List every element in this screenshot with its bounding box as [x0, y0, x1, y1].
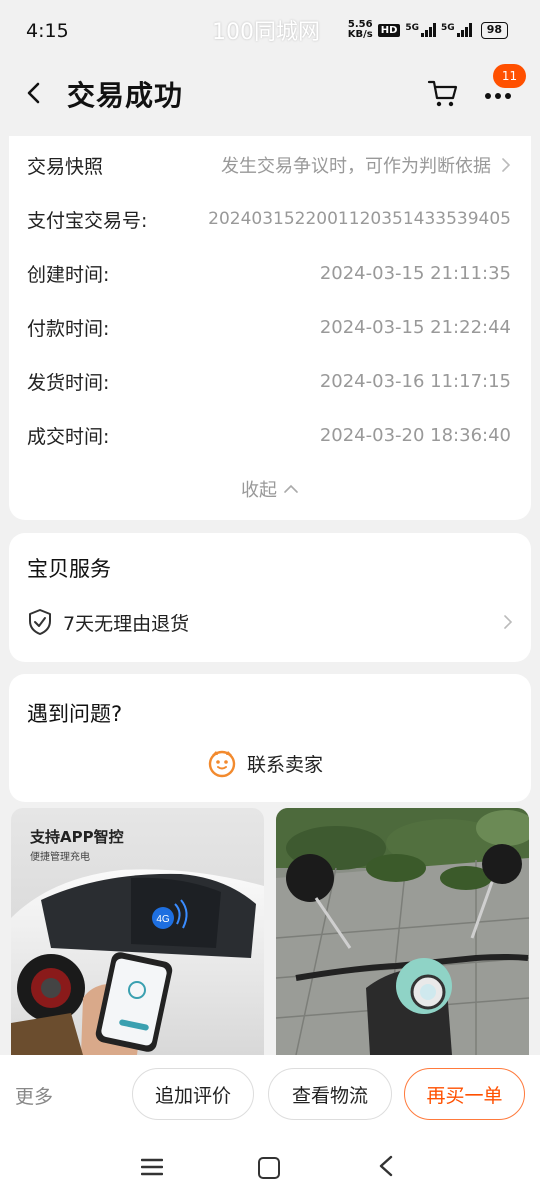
network-speed: 5.56 KB/s: [347, 19, 373, 40]
page-title: 交易成功: [67, 79, 184, 112]
contact-seller-button[interactable]: 联系卖家: [207, 748, 323, 778]
status-bar: 4:15 100同城网 5.56 KB/s HD 5G 5G 98: [0, 0, 540, 62]
collapse-toggle[interactable]: 收起: [9, 476, 531, 502]
contact-seller-label: 联系卖家: [247, 753, 324, 776]
chevron-right-icon: [504, 615, 513, 629]
paid-label: 付款时间:: [27, 317, 110, 340]
scooter-image: [276, 808, 529, 1055]
back-button[interactable]: [20, 78, 50, 108]
page-header: 交易成功 11: [0, 62, 540, 126]
4g-badge: 4G: [156, 914, 170, 925]
collapse-label: 收起: [241, 480, 277, 501]
return-policy-label: 7天无理由退货: [63, 612, 190, 635]
shield-check-icon: [29, 609, 51, 635]
completed-label: 成交时间:: [27, 425, 110, 448]
watermark-text: 100同城网: [212, 20, 320, 45]
seller-face-icon: [208, 750, 236, 778]
recommended-product-right[interactable]: [276, 808, 529, 1055]
alipay-value: 2024031522001120351433539405: [208, 209, 511, 229]
bottom-action-bar: 更多 追加评价 查看物流 再买一单: [0, 1055, 540, 1135]
chevron-up-icon: [284, 484, 298, 493]
shipped-value: 2024-03-16 11:17:15: [319, 370, 511, 392]
service-card: 宝贝服务 7天无理由退货: [9, 533, 531, 662]
menu-icon[interactable]: [141, 1157, 163, 1177]
signal-icon: 5G: [405, 23, 437, 37]
return-policy-row[interactable]: 7天无理由退货: [27, 607, 513, 637]
buy-again-button[interactable]: 再买一单: [404, 1068, 525, 1120]
trade-snapshot-row[interactable]: 交易快照 发生交易争议时，可作为判断依据: [27, 150, 511, 180]
promo-title: 支持APP智控: [30, 828, 124, 846]
alipay-label: 支付宝交易号:: [27, 209, 148, 232]
paid-value: 2024-03-15 21:22:44: [319, 316, 511, 338]
recommended-product-left[interactable]: 4G 支持APP智控 便捷管理充电: [11, 808, 264, 1055]
back-nav-icon[interactable]: [378, 1155, 394, 1177]
promo-subtitle: 便捷管理充电: [30, 852, 90, 863]
status-indicators: 5.56 KB/s HD 5G 5G 98: [348, 20, 508, 40]
notification-badge: 11: [493, 64, 526, 88]
completed-time-row: 成交时间: 2024-03-20 18:36:40: [27, 420, 511, 450]
snapshot-label: 交易快照: [27, 155, 104, 178]
created-time-row: 创建时间: 2024-03-15 21:11:35: [27, 258, 511, 288]
snapshot-hint: 发生交易争议时，可作为判断依据: [221, 156, 491, 177]
help-title: 遇到问题?: [27, 702, 123, 726]
shipped-label: 发货时间:: [27, 371, 110, 394]
signal-icon-2: 5G: [441, 23, 472, 37]
more-actions-link[interactable]: 更多: [15, 1082, 53, 1109]
order-info-card: 交易快照 发生交易争议时，可作为判断依据 支付宝交易号: 20240315220…: [9, 136, 531, 520]
chevron-left-icon: [27, 82, 40, 104]
chevron-right-icon: [502, 158, 511, 172]
help-card: 遇到问题? 联系卖家: [9, 674, 531, 802]
add-review-button[interactable]: 追加评价: [132, 1068, 254, 1120]
created-value: 2024-03-15 21:11:35: [319, 262, 511, 284]
status-time: 4:15: [26, 20, 69, 42]
service-title: 宝贝服务: [27, 557, 111, 581]
home-icon[interactable]: [258, 1157, 280, 1179]
shipped-time-row: 发货时间: 2024-03-16 11:17:15: [27, 366, 511, 396]
created-label: 创建时间:: [27, 263, 110, 286]
paid-time-row: 付款时间: 2024-03-15 21:22:44: [27, 312, 511, 342]
hd-icon: HD: [377, 23, 401, 37]
cart-button[interactable]: [426, 76, 460, 110]
alipay-trade-no-row: 支付宝交易号: 2024031522001120351433539405: [27, 204, 511, 234]
completed-value: 2024-03-20 18:36:40: [319, 424, 511, 446]
cart-icon: [427, 80, 458, 107]
battery-icon: 98: [480, 21, 508, 39]
system-nav-bar: [0, 1135, 540, 1200]
view-logistics-button[interactable]: 查看物流: [268, 1068, 392, 1120]
